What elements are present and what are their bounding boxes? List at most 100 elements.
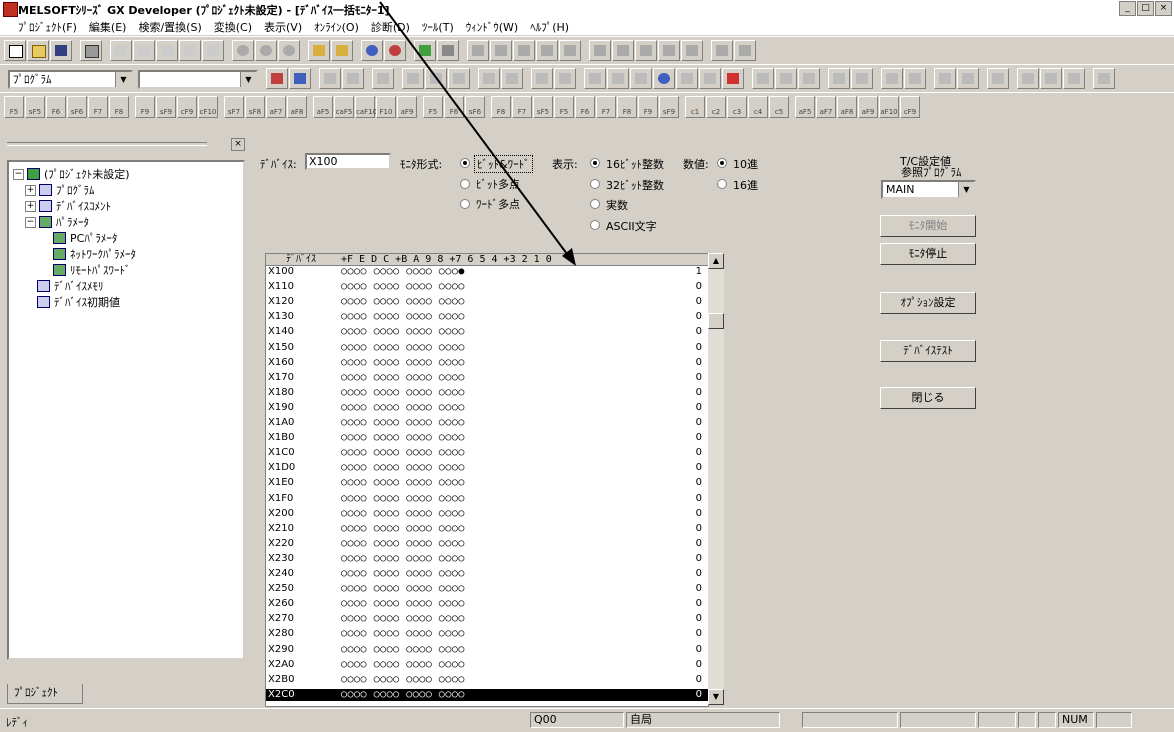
collapse-icon[interactable]: − [13, 168, 24, 180]
menu-project[interactable]: ﾌﾟﾛｼﾞｪｸﾄ(F) [0, 19, 83, 35]
zoom-button[interactable] [232, 40, 254, 61]
new-file-button[interactable] [4, 40, 26, 61]
open-folder-button[interactable] [27, 40, 49, 61]
ladder-button[interactable] [635, 40, 657, 61]
tool-1-button[interactable] [752, 68, 774, 89]
scroll-up-icon[interactable]: ▲ [708, 253, 724, 269]
fkey-hline[interactable]: F9 [135, 96, 155, 118]
scroll-thumb[interactable] [708, 313, 724, 329]
table-row[interactable]: X140 ○○○○ ○○○○ ○○○○ ○○○○ 0 [266, 326, 708, 338]
test-button[interactable] [699, 68, 721, 89]
fkey-delete-vline[interactable]: cF10 [198, 96, 218, 118]
table-row[interactable]: X1E0 ○○○○ ○○○○ ○○○○ ○○○○ 0 [266, 477, 708, 489]
fkey-falling[interactable]: sF8 [245, 96, 265, 118]
table-row[interactable]: X2A0 ○○○○ ○○○○ ○○○○ ○○○○ 0 [266, 659, 708, 671]
project-tree[interactable]: − (ﾌﾟﾛｼﾞｪｸﾄ未設定) + ﾌﾟﾛｸﾞﾗﾑ + ﾃﾞﾊﾞｲｽｺﾒﾝﾄ − ﾊﾟﾗ… [7, 160, 245, 660]
table-row[interactable]: X190 ○○○○ ○○○○ ○○○○ ○○○○ 0 [266, 402, 708, 414]
menu-edit[interactable]: 編集(E) [83, 19, 133, 35]
monitor-start-button[interactable]: ﾓﾆﾀ開始 [880, 215, 976, 237]
list-monitor-button[interactable] [612, 40, 634, 61]
tab-project[interactable]: ﾌﾟﾛｼﾞｪｸﾄ [7, 684, 83, 704]
program-type-combo[interactable]: ﾌﾟﾛｸﾞﾗﾑ ▼ [8, 70, 133, 89]
menu-view[interactable]: 表示(V) [258, 19, 308, 35]
table-row[interactable]: X240 ○○○○ ○○○○ ○○○○ ○○○○ 0 [266, 568, 708, 580]
statement-display-button[interactable] [342, 68, 364, 89]
table-row[interactable]: X280 ○○○○ ○○○○ ○○○○ ○○○○ 0 [266, 628, 708, 640]
fkey-rising[interactable]: sF7 [224, 96, 244, 118]
table-row[interactable]: X290 ○○○○ ○○○○ ○○○○ ○○○○ 0 [266, 644, 708, 656]
value-hex-radio[interactable] [717, 179, 727, 189]
monitor-all-button[interactable] [653, 68, 675, 89]
fkey-sfc-10[interactable]: F8 [617, 96, 637, 118]
fkey-parallel-no[interactable]: sF5 [25, 96, 45, 118]
fkey-op-fall[interactable]: caF5 [334, 96, 354, 118]
print-preview-button[interactable] [711, 40, 733, 61]
tree-item-network-parameter[interactable]: ﾈｯﾄﾜｰｸﾊﾟﾗﾒｰﾀ [53, 246, 136, 262]
table-row[interactable]: X150 ○○○○ ○○○○ ○○○○ ○○○○ 0 [266, 342, 708, 354]
expand-icon[interactable]: + [25, 184, 36, 196]
zoom-out-button[interactable] [278, 40, 300, 61]
collapse-icon[interactable]: − [25, 216, 36, 228]
tree-item-program[interactable]: + ﾌﾟﾛｸﾞﾗﾑ [25, 182, 95, 198]
tool-4-button[interactable] [828, 68, 850, 89]
table-row[interactable]: X1F0 ○○○○ ○○○○ ○○○○ ○○○○ 0 [266, 493, 708, 505]
chevron-down-icon[interactable]: ▼ [115, 72, 131, 87]
fkey-sfc-12[interactable]: sF9 [659, 96, 679, 118]
table-row[interactable]: X2B0 ○○○○ ○○○○ ○○○○ ○○○○ 0 [266, 674, 708, 686]
tc-program-combo[interactable]: MAIN ▼ [881, 180, 976, 199]
fkey-delete-hline[interactable]: cF9 [177, 96, 197, 118]
fkey-c3[interactable]: c3 [727, 96, 747, 118]
menu-convert[interactable]: 変換(C) [208, 19, 258, 35]
tool-12-button[interactable] [1040, 68, 1062, 89]
table-row[interactable]: X130 ○○○○ ○○○○ ○○○○ ○○○○ 0 [266, 311, 708, 323]
scroll-down-icon[interactable]: ▼ [708, 689, 724, 705]
tool-5-button[interactable] [851, 68, 873, 89]
menu-online[interactable]: ｵﾝﾗｲﾝ(O) [308, 19, 365, 35]
monitor-write-button[interactable] [676, 68, 698, 89]
write-plc-button[interactable] [331, 40, 353, 61]
display-3-button[interactable] [630, 68, 652, 89]
close-button[interactable]: × [1155, 1, 1172, 16]
table-row[interactable]: X120 ○○○○ ○○○○ ○○○○ ○○○○ 0 [266, 296, 708, 308]
fkey-a8[interactable]: aF8 [837, 96, 857, 118]
tool-2-button[interactable] [775, 68, 797, 89]
option-settings-button[interactable]: ｵﾌﾟｼｮﾝ設定 [880, 292, 976, 314]
tool-9-button[interactable] [957, 68, 979, 89]
fkey-rising-parallel[interactable]: aF7 [266, 96, 286, 118]
minimize-button[interactable]: _ [1119, 1, 1136, 16]
tool-8-button[interactable] [934, 68, 956, 89]
paste-button[interactable] [156, 40, 178, 61]
table-row[interactable]: X210 ○○○○ ○○○○ ○○○○ ○○○○ 0 [266, 523, 708, 535]
display-2-button[interactable] [607, 68, 629, 89]
device-test-dialog-button[interactable]: ﾃﾞﾊﾞｲｽﾃｽﾄ [880, 340, 976, 362]
tool-10-button[interactable] [987, 68, 1009, 89]
save-button[interactable] [50, 40, 72, 61]
tree-item-device-memory[interactable]: ﾃﾞﾊﾞｲｽﾒﾓﾘ [37, 278, 104, 294]
close-icon[interactable]: × [231, 138, 245, 151]
panel-grip[interactable] [7, 142, 207, 146]
fkey-c4[interactable]: c4 [748, 96, 768, 118]
tool-13-button[interactable] [1063, 68, 1085, 89]
device-monitor-grid[interactable]: ﾃﾞﾊﾞｲｽ +F E D C +B A 9 8 +7 6 5 4 +3 2 1… [265, 253, 709, 707]
table-row[interactable]: X1C0 ○○○○ ○○○○ ○○○○ ○○○○ 0 [266, 447, 708, 459]
tree-item-parameter[interactable]: − ﾊﾟﾗﾒｰﾀ [25, 214, 89, 230]
help-button[interactable] [734, 40, 756, 61]
close-dialog-button[interactable]: 閉じる [880, 387, 976, 409]
restore-button[interactable]: □ [1137, 1, 1154, 16]
table-row[interactable]: X270 ○○○○ ○○○○ ○○○○ ○○○○ 0 [266, 613, 708, 625]
fkey-instruction[interactable]: F8 [109, 96, 129, 118]
fkey-falling-parallel[interactable]: aF8 [287, 96, 307, 118]
tree-root[interactable]: − (ﾌﾟﾛｼﾞｪｸﾄ未設定) [13, 166, 130, 182]
cut-button[interactable] [110, 40, 132, 61]
fkey-a7[interactable]: aF7 [816, 96, 836, 118]
fkey-cf9[interactable]: cF9 [900, 96, 920, 118]
fkey-coil[interactable]: F7 [88, 96, 108, 118]
table-row[interactable]: X180 ○○○○ ○○○○ ○○○○ ○○○○ 0 [266, 387, 708, 399]
table-row[interactable]: X160 ○○○○ ○○○○ ○○○○ ○○○○ 0 [266, 357, 708, 369]
table-row[interactable]: X2C0 ○○○○ ○○○○ ○○○○ ○○○○ 0 [266, 688, 708, 701]
fkey-parallel-nc[interactable]: sF6 [67, 96, 87, 118]
fkey-c2[interactable]: c2 [706, 96, 726, 118]
fkey-contact-nc[interactable]: F6 [46, 96, 66, 118]
fkey-sfc-11[interactable]: F9 [638, 96, 658, 118]
menu-find-replace[interactable]: 検索/置換(S) [132, 19, 207, 35]
